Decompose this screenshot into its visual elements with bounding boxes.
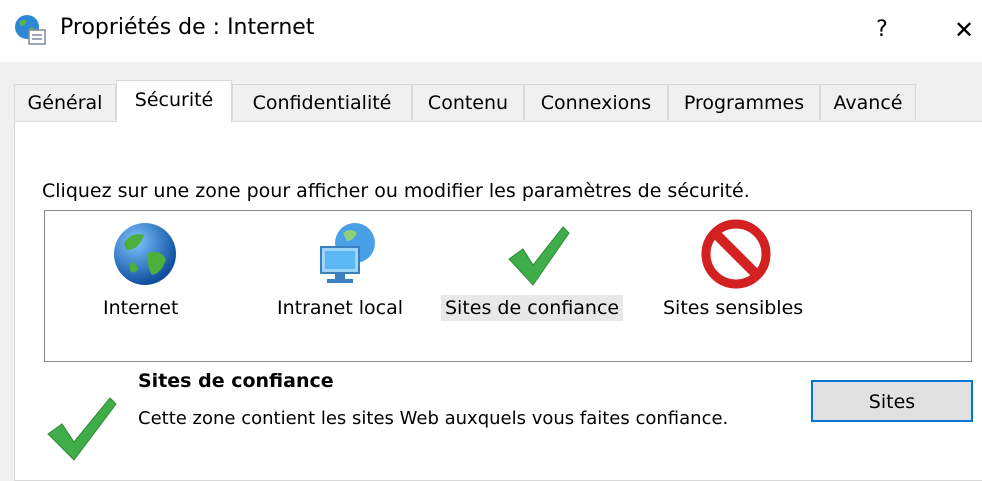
globe-icon	[114, 223, 176, 285]
tab-privacy[interactable]: Confidentialité	[232, 84, 412, 120]
checkmark-icon	[508, 226, 570, 286]
tab-strip: Général Sécurité Confidentialité Contenu…	[14, 80, 974, 122]
internet-options-icon	[15, 15, 46, 45]
help-button[interactable]: ?	[862, 12, 902, 48]
zone-restricted-sites[interactable]: Sites sensibles	[659, 211, 819, 361]
selected-zone-title: Sites de confiance	[138, 370, 334, 392]
sites-button[interactable]: Sites	[811, 380, 973, 422]
tab-security[interactable]: Sécurité	[116, 80, 232, 122]
tab-general[interactable]: Général	[14, 84, 116, 120]
window-title: Propriétés de : Internet	[60, 15, 315, 40]
title-bar: Propriétés de : Internet ? ✕	[0, 0, 982, 62]
zone-intranet[interactable]: Intranet local	[269, 211, 429, 361]
zone-list: Internet Intranet local Sites de confian…	[44, 210, 972, 362]
zone-internet-label: Internet	[103, 297, 179, 319]
tab-programs[interactable]: Programmes	[668, 84, 820, 120]
zone-instruction: Cliquez sur une zone pour afficher ou mo…	[42, 180, 750, 202]
tab-connections[interactable]: Connexions	[524, 84, 668, 120]
tab-content[interactable]: Contenu	[412, 84, 524, 120]
intranet-icon	[320, 223, 375, 283]
zone-trusted-sites-label: Sites de confiance	[441, 295, 624, 321]
zone-intranet-label: Intranet local	[277, 297, 404, 319]
selected-zone-description: Cette zone contient les sites Web auxque…	[138, 408, 729, 429]
zone-internet[interactable]: Internet	[85, 211, 205, 361]
close-button[interactable]: ✕	[954, 12, 982, 48]
selected-zone-checkmark-icon	[47, 397, 117, 461]
prohibited-icon	[701, 219, 771, 289]
tab-advanced[interactable]: Avancé	[820, 84, 916, 120]
zone-trusted-sites[interactable]: Sites de confiance	[441, 211, 639, 361]
zone-restricted-sites-label: Sites sensibles	[663, 297, 804, 319]
